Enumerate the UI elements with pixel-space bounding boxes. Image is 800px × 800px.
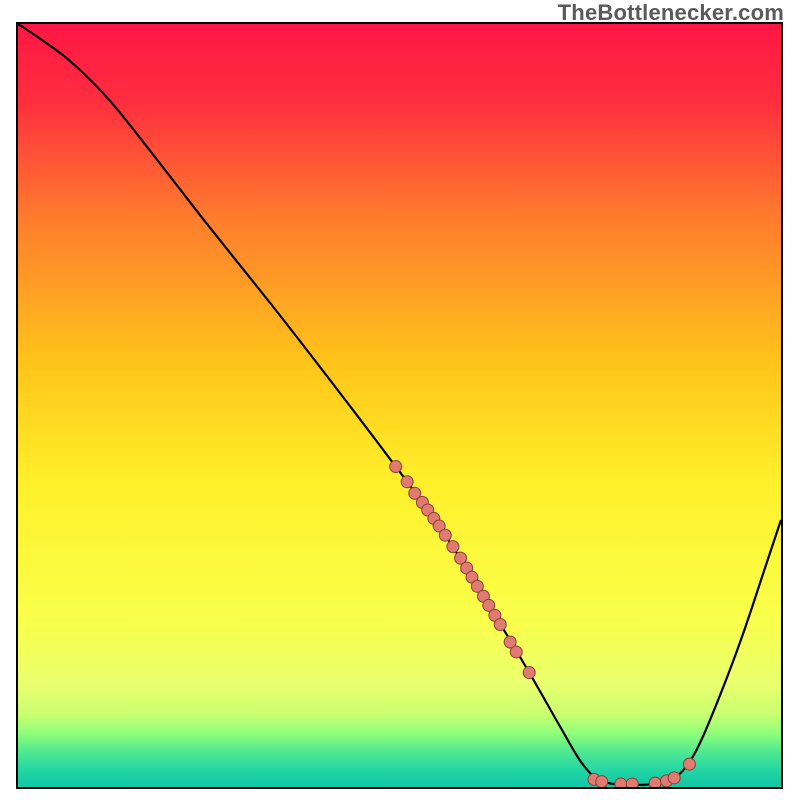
data-dot <box>683 758 695 770</box>
data-dot <box>447 541 459 553</box>
data-dot <box>523 667 535 679</box>
data-dot <box>439 529 451 541</box>
data-dot <box>494 618 506 630</box>
data-dot <box>615 778 627 787</box>
data-dot <box>390 461 402 473</box>
plot-frame <box>16 22 783 789</box>
gradient-background <box>18 24 781 787</box>
data-dot <box>596 776 608 787</box>
data-dot <box>668 772 680 784</box>
data-dot <box>626 778 638 787</box>
data-dot <box>401 476 413 488</box>
data-dot <box>649 777 661 787</box>
plot-svg <box>18 24 781 787</box>
data-dot <box>510 646 522 658</box>
chart-container: TheBottlenecker.com <box>0 0 800 800</box>
